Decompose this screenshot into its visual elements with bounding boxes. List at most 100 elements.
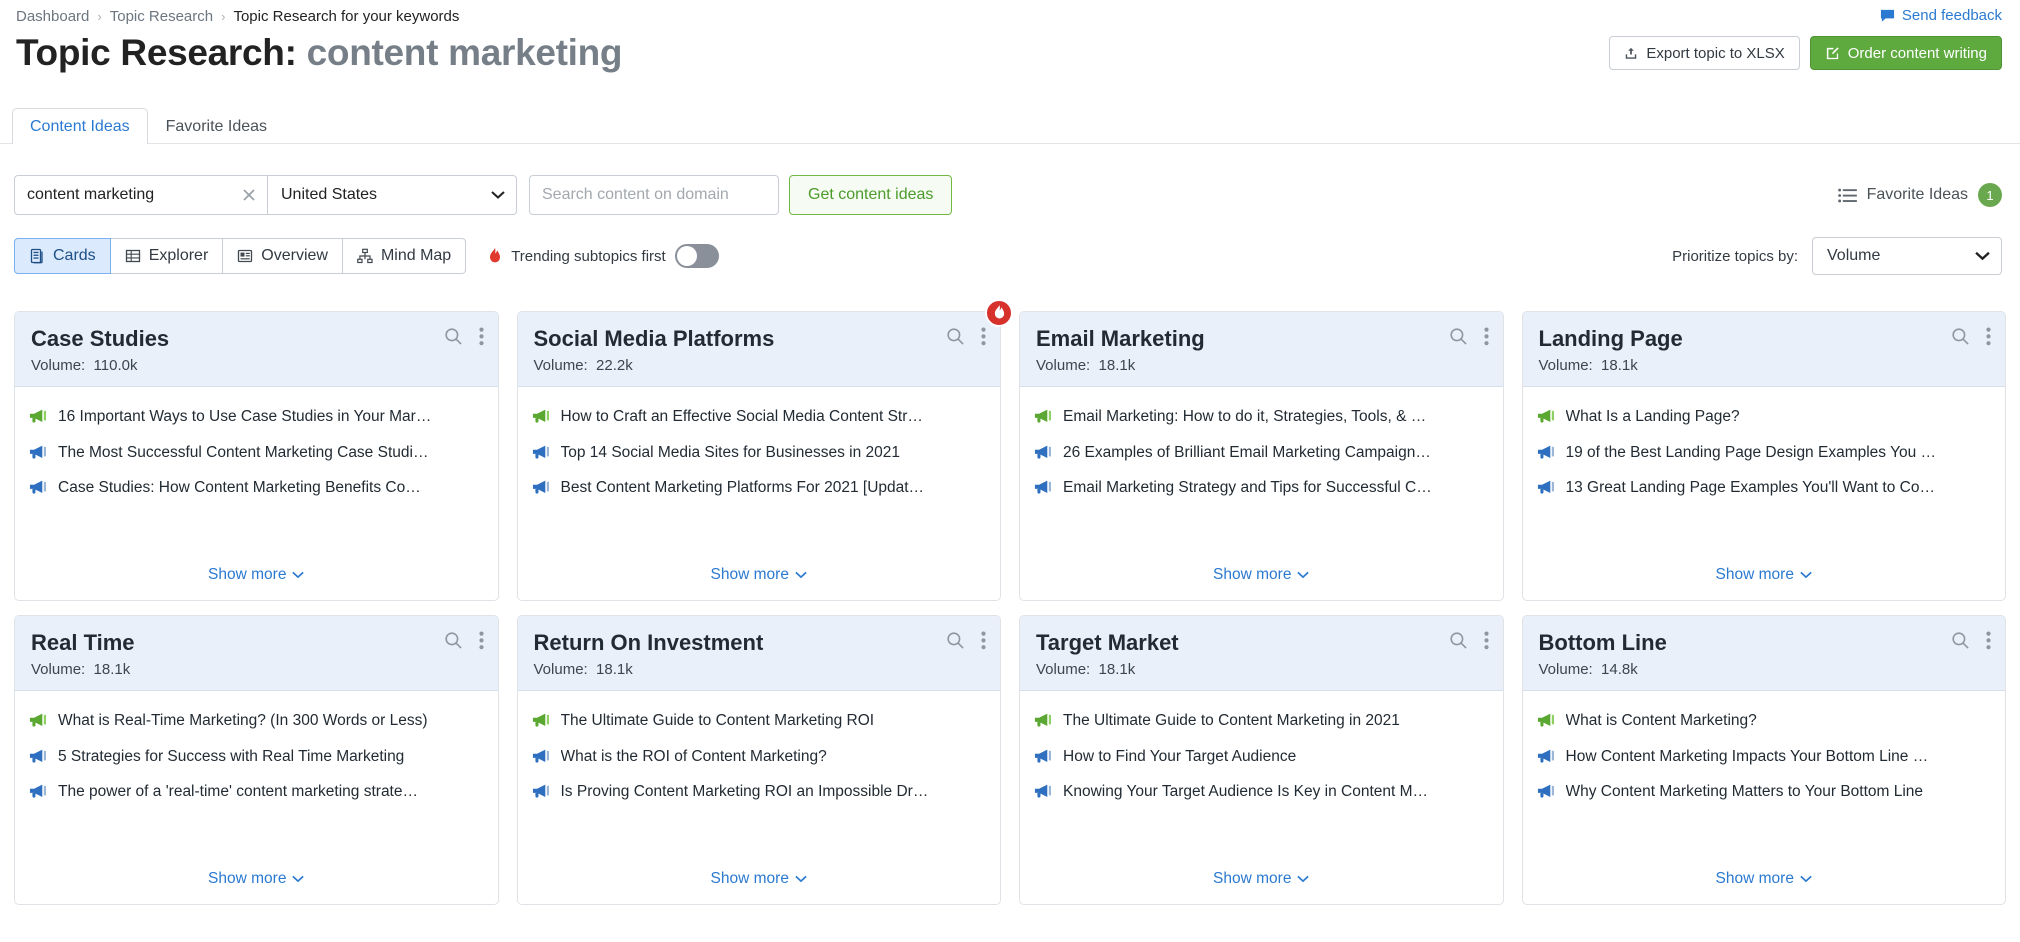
show-more-button[interactable]: Show more	[1523, 566, 2006, 600]
topic-card[interactable]: Landing Page Volume: 18.1k What Is a Landi…	[1521, 311, 2006, 601]
topic-card[interactable]: Return On Investment Volume: 18.1k The Ult…	[516, 615, 1001, 905]
more-options-icon[interactable]	[478, 327, 484, 346]
show-more-label: Show more	[208, 566, 287, 583]
search-icon[interactable]	[444, 631, 463, 650]
send-feedback-label: Send feedback	[1901, 7, 2002, 24]
search-icon[interactable]	[1449, 631, 1468, 650]
more-options-icon[interactable]	[981, 631, 986, 650]
topic-idea-item[interactable]: 13 Great Landing Page Examples You'll Wa…	[1537, 474, 1992, 510]
breadcrumb-item-dashboard[interactable]: Dashboard	[16, 8, 89, 25]
topic-card-title: Case Studies	[31, 326, 170, 351]
megaphone-blue-icon	[1537, 783, 1556, 799]
megaphone-blue-icon	[532, 444, 551, 460]
order-content-writing-label: Order content writing	[1847, 44, 1987, 62]
topic-card-volume-label: Volume:	[1538, 357, 1593, 375]
send-feedback-link[interactable]: Send feedback	[1880, 7, 2002, 24]
topic-card[interactable]: Real Time Volume: 18.1k What is Real-Time …	[14, 615, 499, 905]
show-more-button[interactable]: Show more	[1523, 870, 2006, 904]
topic-card[interactable]: Social Media Platforms Volume: 22.2k How t…	[516, 299, 1013, 601]
topic-idea-item[interactable]: 5 Strategies for Success with Real Time …	[29, 743, 484, 779]
breadcrumb-separator: ›	[97, 9, 102, 24]
topic-idea-item[interactable]: The Ultimate Guide to Content Marketing …	[532, 707, 987, 743]
topic-idea-title: The Ultimate Guide to Content Marketing …	[1063, 712, 1400, 730]
show-more-button[interactable]: Show more	[15, 870, 498, 904]
megaphone-blue-icon	[29, 783, 48, 799]
view-mode-overview[interactable]: Overview	[223, 238, 343, 274]
more-options-icon[interactable]	[1483, 327, 1489, 346]
megaphone-blue-icon	[29, 748, 48, 764]
keyword-input-wrapper	[14, 175, 267, 215]
topic-card-header-actions	[1449, 327, 1489, 346]
view-mode-mind-map[interactable]: Mind Map	[342, 238, 467, 274]
show-more-button[interactable]: Show more	[518, 566, 1001, 600]
topic-idea-item[interactable]: 26 Examples of Brilliant Email Marketing…	[1034, 439, 1489, 475]
show-more-button[interactable]: Show more	[518, 870, 1001, 904]
get-content-ideas-label: Get content ideas	[808, 186, 934, 203]
order-content-writing-button[interactable]: Order content writing	[1809, 36, 2002, 70]
topic-idea-item[interactable]: The Ultimate Guide to Content Marketing …	[1034, 707, 1489, 743]
search-domain-input[interactable]	[529, 175, 779, 215]
search-icon[interactable]	[444, 327, 463, 346]
show-more-label: Show more	[208, 870, 287, 887]
topic-idea-item[interactable]: How Content Marketing Impacts Your Botto…	[1537, 743, 1992, 779]
topic-card-volume: Volume: 18.1k	[1036, 357, 1487, 374]
export-topic-button[interactable]: Export topic to XLSX	[1609, 36, 1800, 70]
topic-idea-item[interactable]: How to Find Your Target Audience	[1034, 743, 1489, 779]
prioritize-select[interactable]: Volume	[1812, 237, 2002, 275]
topic-idea-title: 13 Great Landing Page Examples You'll Wa…	[1565, 479, 1935, 497]
topic-card[interactable]: Email Marketing Volume: 18.1k Email Market…	[1019, 311, 1504, 601]
close-icon[interactable]	[241, 187, 257, 203]
topic-idea-item[interactable]: Why Content Marketing Matters to Your Bo…	[1537, 778, 1992, 814]
topic-idea-item[interactable]: 19 of the Best Landing Page Design Examp…	[1537, 439, 1992, 475]
topic-idea-item[interactable]: Knowing Your Target Audience Is Key in C…	[1034, 778, 1489, 814]
trending-subtopics-toggle[interactable]	[674, 244, 719, 268]
topic-idea-title: What Is a Landing Page?	[1565, 408, 1740, 426]
tab-favorite-ideas[interactable]: Favorite Ideas	[148, 108, 285, 144]
more-options-icon[interactable]	[981, 327, 986, 346]
topic-idea-item[interactable]: Email Marketing: How to do it, Strategie…	[1034, 403, 1489, 439]
topic-idea-item[interactable]: Email Marketing Strategy and Tips for Su…	[1034, 474, 1489, 510]
tab-content-ideas[interactable]: Content Ideas	[12, 108, 148, 144]
topic-idea-item[interactable]: How to Craft an Effective Social Media C…	[532, 403, 987, 439]
search-icon[interactable]	[1951, 327, 1970, 346]
view-mode-explorer[interactable]: Explorer	[110, 238, 224, 274]
search-icon[interactable]	[1951, 631, 1970, 650]
prioritize-group: Prioritize topics by: Volume	[1672, 237, 2002, 275]
topic-idea-item[interactable]: 16 Important Ways to Use Case Studies in…	[29, 403, 484, 439]
topic-card[interactable]: Case Studies Volume: 110.0k 16 Important W…	[14, 311, 499, 601]
topic-idea-item[interactable]: Top 14 Social Media Sites for Businesses…	[532, 439, 987, 475]
keyword-input[interactable]	[15, 176, 267, 214]
trending-subtopics-toggle-group[interactable]: Trending subtopics first	[488, 244, 719, 268]
topic-idea-item[interactable]: What is the ROI of Content Marketing?	[532, 743, 987, 779]
get-content-ideas-button[interactable]: Get content ideas	[789, 175, 953, 215]
favorite-ideas-button[interactable]: Favorite Ideas 1	[1837, 183, 2002, 207]
show-more-button[interactable]: Show more	[15, 566, 498, 600]
more-options-icon[interactable]	[1986, 327, 1991, 346]
topic-idea-item[interactable]: The Most Successful Content Marketing Ca…	[29, 439, 484, 475]
megaphone-blue-icon	[29, 479, 48, 495]
more-options-icon[interactable]	[1483, 631, 1489, 650]
topic-idea-item[interactable]: What is Real-Time Marketing? (In 300 Wor…	[29, 707, 484, 743]
view-mode-cards[interactable]: Cards	[14, 238, 111, 274]
topic-idea-item[interactable]: What is Content Marketing?	[1537, 707, 1992, 743]
topic-card[interactable]: Bottom Line Volume: 14.8k What is Content …	[1521, 615, 2006, 905]
search-icon[interactable]	[1449, 327, 1468, 346]
topic-card-volume: Volume: 18.1k	[534, 661, 985, 678]
search-icon[interactable]	[946, 327, 965, 346]
topic-card[interactable]: Target Market Volume: 18.1k The Ultimate G…	[1019, 615, 1504, 905]
show-more-button[interactable]: Show more	[1020, 566, 1503, 600]
more-options-icon[interactable]	[478, 631, 484, 650]
topic-idea-item[interactable]: What Is a Landing Page?	[1537, 403, 1992, 439]
topic-card-volume: Volume: 110.0k	[31, 357, 482, 374]
topic-idea-item[interactable]: Case Studies: How Content Marketing Bene…	[29, 474, 484, 510]
search-icon[interactable]	[946, 631, 965, 650]
topic-idea-title: Email Marketing Strategy and Tips for Su…	[1063, 479, 1432, 497]
show-more-button[interactable]: Show more	[1020, 870, 1503, 904]
topic-idea-item[interactable]: The power of a 'real-time' content marke…	[29, 778, 484, 814]
topic-idea-item[interactable]: Best Content Marketing Platforms For 202…	[532, 474, 987, 510]
tab-bar: Content Ideas Favorite Ideas	[12, 108, 2020, 144]
topic-idea-item[interactable]: Is Proving Content Marketing ROI an Impo…	[532, 778, 987, 814]
more-options-icon[interactable]	[1986, 631, 1991, 650]
breadcrumb-item-topic-research[interactable]: Topic Research	[110, 8, 213, 25]
country-select[interactable]: United States	[267, 175, 517, 215]
